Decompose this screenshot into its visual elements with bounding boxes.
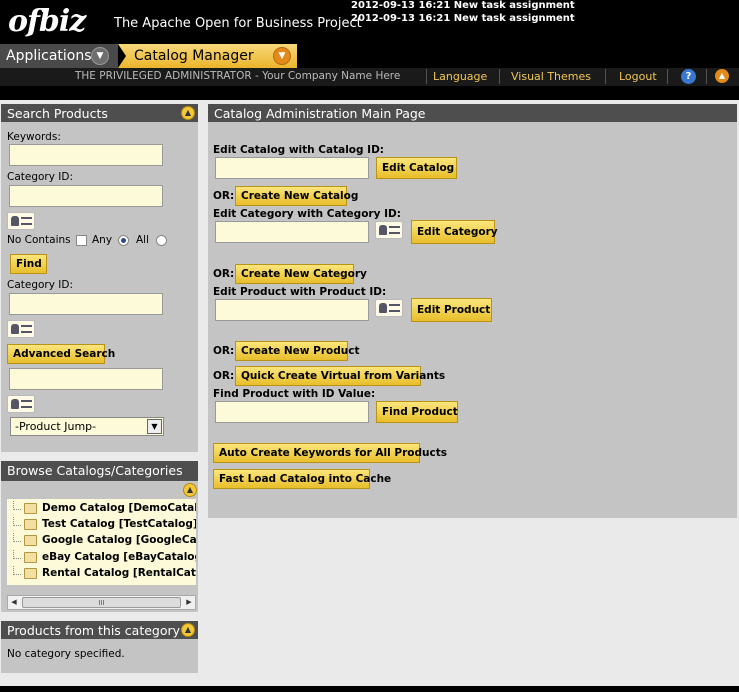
horizontal-scrollbar[interactable]: ◀ III ▶ [7, 595, 196, 610]
scroll-right-icon[interactable]: ▶ [184, 597, 194, 608]
chevron-down-icon[interactable]: ▼ [147, 419, 162, 434]
lookup-icon[interactable] [7, 395, 35, 413]
visual-themes-link[interactable]: Visual Themes [511, 70, 591, 83]
find-product-input[interactable] [215, 401, 369, 423]
create-new-catalog-button[interactable]: Create New Catalog [235, 186, 358, 206]
folder-icon [24, 535, 37, 546]
catalog-admin-panel: Catalog Administration Main Page Edit Ca… [208, 104, 737, 518]
edit-catalog-label: Edit Catalog with Catalog ID: [213, 144, 384, 156]
edit-product-label: Edit Product with Product ID: [213, 286, 387, 298]
search-products-panel: Search Products ▲ Keywords: Category ID:… [1, 104, 198, 452]
product-id-input[interactable] [215, 299, 369, 321]
or-label: OR: [213, 190, 235, 202]
language-link[interactable]: Language [433, 70, 487, 83]
create-new-category-button[interactable]: Create New Category [235, 264, 367, 284]
panel-title: Search Products [7, 106, 108, 121]
all-label: All [136, 234, 150, 246]
message-list: 2012-09-13 16:21 New task assignment 201… [351, 0, 575, 25]
find-product-label: Find Product with ID Value: [213, 388, 376, 400]
panel-title-bar: Catalog Administration Main Page [208, 104, 737, 122]
keywords-input[interactable] [9, 144, 163, 166]
folder-icon [24, 519, 37, 530]
collapse-up-icon[interactable]: ▲ [181, 106, 195, 120]
product-jump-value: -Product Jump- [15, 420, 97, 433]
category-id-label: Category ID: [7, 279, 74, 291]
folder-icon [24, 503, 37, 514]
category-id-input[interactable] [215, 221, 369, 243]
lookup-icon[interactable] [7, 320, 35, 338]
panel-title-bar: Products from this category ▲ [1, 621, 198, 639]
divider [499, 69, 500, 84]
scroll-thumb[interactable]: III [22, 597, 181, 608]
auto-create-keywords-button[interactable]: Auto Create Keywords for All Products [213, 443, 447, 463]
scroll-left-icon[interactable]: ◀ [9, 597, 19, 608]
catalog-id-input[interactable] [215, 157, 369, 179]
any-radio[interactable] [118, 235, 129, 246]
or-label: OR: [213, 268, 235, 280]
panel-title-bar: Search Products ▲ [1, 104, 198, 122]
collapse-up-icon[interactable]: ▲ [181, 623, 195, 637]
chevron-down-icon[interactable]: ▼ [273, 47, 291, 65]
chevron-down-icon[interactable]: ▼ [91, 47, 109, 65]
lookup-icon[interactable] [7, 212, 35, 230]
edit-category-button[interactable]: Edit Category [411, 220, 498, 244]
divider [605, 69, 606, 84]
current-app-tab[interactable]: Catalog Manager ▼ [118, 44, 297, 68]
advanced-search-button[interactable]: Advanced Search [7, 344, 115, 364]
current-app-label: Catalog Manager [134, 48, 254, 64]
product-jump-select[interactable]: -Product Jump- ▼ [10, 417, 164, 436]
panel-title: Browse Catalogs/Categories [7, 463, 183, 478]
or-label: OR: [213, 370, 235, 382]
folder-icon [24, 568, 37, 579]
message-item[interactable]: 2012-09-13 16:21 New task assignment [351, 0, 575, 13]
edit-category-label: Edit Category with Category ID: [213, 208, 401, 220]
lookup-icon[interactable] [375, 221, 403, 239]
find-product-button[interactable]: Find Product [376, 401, 458, 423]
user-name: THE PRIVILEGED ADMINISTRATOR - Your Comp… [75, 70, 401, 82]
products-from-category-panel: Products from this category ▲ No categor… [1, 621, 198, 673]
logout-link[interactable]: Logout [619, 70, 657, 83]
tagline: The Apache Open for Business Project [114, 16, 362, 31]
user-bar: THE PRIVILEGED ADMINISTRATOR - Your Comp… [0, 68, 739, 86]
quick-create-virtual-button[interactable]: Quick Create Virtual from Variants [235, 366, 445, 386]
category-id-input-2[interactable] [9, 293, 163, 315]
create-new-product-button[interactable]: Create New Product [235, 341, 359, 361]
no-category-message: No category specified. [7, 648, 125, 660]
edit-product-button[interactable]: Edit Product [411, 298, 492, 322]
spacer [0, 86, 739, 100]
panel-title: Catalog Administration Main Page [214, 106, 426, 121]
lookup-icon[interactable] [375, 299, 403, 317]
no-contains-label: No Contains [7, 234, 71, 246]
any-label: Any [92, 234, 113, 246]
ofbiz-logo[interactable]: ofbiz [8, 4, 86, 39]
keywords-label: Keywords: [7, 131, 61, 143]
panel-title: Products from this category [7, 623, 181, 638]
divider [667, 69, 668, 84]
product-jump-input[interactable] [9, 368, 163, 390]
or-label: OR: [213, 345, 235, 357]
header: ofbiz The Apache Open for Business Proje… [0, 0, 739, 44]
folder-icon [24, 552, 37, 563]
category-id-input[interactable] [9, 185, 163, 207]
applications-label: Applications [6, 48, 92, 64]
help-icon[interactable]: ? [681, 69, 696, 84]
applications-menu[interactable]: Applications ▼ [0, 44, 118, 68]
panel-title-bar: Browse Catalogs/Categories [1, 461, 198, 481]
divider [426, 69, 427, 84]
all-radio[interactable] [156, 235, 167, 246]
app-bar: Applications ▼ Catalog Manager ▼ [0, 44, 739, 68]
divider [706, 69, 707, 84]
no-contains-checkbox[interactable] [76, 235, 87, 246]
find-button[interactable]: Find [10, 254, 47, 274]
message-item[interactable]: 2012-09-13 16:21 New task assignment [351, 13, 575, 26]
catalog-tree: Demo Catalog [DemoCatalog] Test Catalog … [7, 499, 196, 585]
browse-catalogs-panel: Browse Catalogs/Categories ▲ Demo Catalo… [1, 461, 198, 612]
fast-load-catalog-button[interactable]: Fast Load Catalog into Cache [213, 469, 391, 489]
category-id-label: Category ID: [7, 171, 74, 183]
edit-catalog-button[interactable]: Edit Catalog [376, 157, 457, 179]
collapse-up-icon[interactable]: ▲ [715, 69, 729, 83]
collapse-up-icon[interactable]: ▲ [183, 483, 197, 497]
